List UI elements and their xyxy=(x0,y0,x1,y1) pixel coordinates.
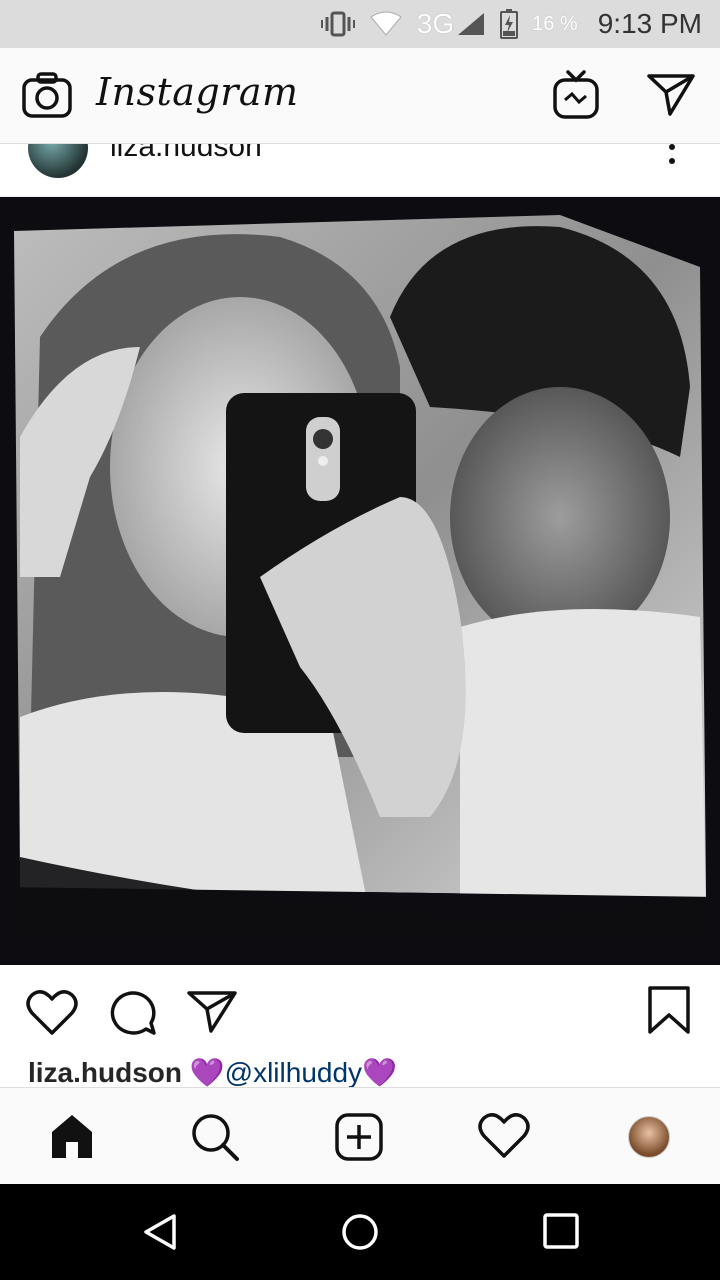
search-icon[interactable] xyxy=(190,1112,240,1167)
network-label: 3G xyxy=(416,8,455,39)
back-icon[interactable] xyxy=(140,1212,180,1257)
avatar[interactable] xyxy=(28,144,88,178)
post-username[interactable]: liza.hudson xyxy=(110,144,262,164)
comment-icon[interactable] xyxy=(106,989,158,1042)
battery-percent: 16 % xyxy=(532,12,578,35)
post-actions xyxy=(0,965,720,1055)
battery-charging-icon xyxy=(500,9,519,39)
like-icon[interactable] xyxy=(26,989,78,1040)
caption-mention[interactable]: @xlilhuddy xyxy=(225,1057,362,1088)
app-header: Instagram xyxy=(0,48,720,144)
post-image[interactable] xyxy=(0,197,720,965)
share-icon[interactable] xyxy=(186,989,238,1040)
profile-avatar[interactable] xyxy=(628,1116,670,1158)
more-options-icon[interactable] xyxy=(664,144,680,172)
network-type: 3G xyxy=(417,8,486,40)
caption-username[interactable]: liza.hudson xyxy=(28,1057,182,1088)
clock: 9:13 PM xyxy=(597,8,702,39)
bottom-nav xyxy=(0,1087,720,1184)
direct-message-icon[interactable] xyxy=(646,72,696,123)
cell-signal-icon xyxy=(458,13,485,35)
signal-wifi-icon xyxy=(369,11,403,37)
post-header: liza.hudson xyxy=(0,144,720,197)
purple-heart-emoji: 💜 xyxy=(362,1057,397,1088)
camera-icon[interactable] xyxy=(22,72,72,123)
vibrate-icon xyxy=(320,11,355,37)
bookmark-icon[interactable] xyxy=(646,985,692,1040)
purple-heart-emoji: 💜 xyxy=(189,1057,225,1088)
status-bar: 3G 16 % 9:13 PM xyxy=(0,0,720,48)
post-caption: liza.hudson 💜@xlilhuddy💜 xyxy=(28,1056,397,1089)
activity-icon[interactable] xyxy=(478,1112,530,1163)
home-circle-icon[interactable] xyxy=(340,1212,380,1257)
system-nav-bar xyxy=(0,1184,720,1280)
app-logo: Instagram xyxy=(96,70,299,114)
new-post-icon[interactable] xyxy=(334,1112,384,1167)
photo-illustration xyxy=(0,197,720,965)
igtv-icon[interactable] xyxy=(552,70,600,125)
home-icon[interactable] xyxy=(48,1112,96,1165)
recents-icon[interactable] xyxy=(542,1212,580,1255)
